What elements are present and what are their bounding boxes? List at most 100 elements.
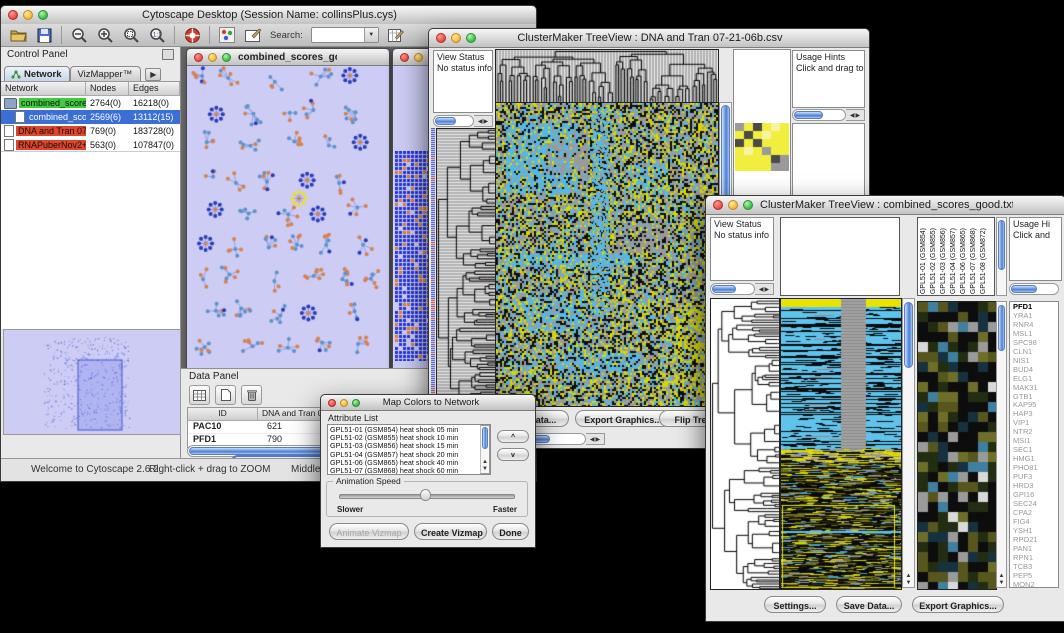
- dialog-close-button[interactable]: [328, 399, 336, 407]
- tv1-status-hscrollbar[interactable]: ◀▶: [433, 115, 493, 127]
- zoom-fit-icon[interactable]: 1:1: [148, 26, 166, 44]
- tv2-zoom-heatmap[interactable]: [917, 301, 997, 590]
- main-titlebar[interactable]: Cytoscape Desktop (Session Name: collins…: [1, 6, 536, 25]
- tv1-export-graphics-button[interactable]: Export Graphics...: [575, 410, 671, 427]
- tab-vizmapper[interactable]: VizMapper™: [70, 66, 141, 81]
- dialog-zoom-button[interactable]: [352, 399, 360, 407]
- network-table-row[interactable]: combined_scores 2764(0) 16218(0): [1, 96, 180, 110]
- help-lifering-icon[interactable]: [183, 26, 201, 44]
- tv2-save-data-button[interactable]: Save Data...: [836, 596, 902, 613]
- network-row-icon: [4, 139, 14, 151]
- tv2-minimize-button[interactable]: [728, 200, 738, 210]
- close-button[interactable]: [8, 10, 18, 20]
- frame2-minimize-button[interactable]: [414, 53, 423, 62]
- column-label[interactable]: GPL51-04 (GSM857): [949, 228, 958, 294]
- trash-icon[interactable]: [241, 385, 262, 405]
- search-dropdown-arrow[interactable]: ▼: [364, 28, 378, 42]
- zoom-selected-icon[interactable]: [122, 26, 140, 44]
- column-label[interactable]: GPL51-01 (GSM854): [919, 228, 928, 294]
- move-up-button[interactable]: ^: [497, 430, 529, 443]
- tv1-heatmap[interactable]: [495, 102, 719, 407]
- frame-close-button[interactable]: [194, 53, 203, 62]
- attribute-list-vscrollbar[interactable]: ▲▼: [480, 425, 490, 474]
- tv1-close-button[interactable]: [436, 33, 446, 43]
- control-panel-header: Control Panel: [1, 47, 180, 64]
- tv2-header-vscrollbar[interactable]: [996, 217, 1007, 296]
- tv2-heatmap[interactable]: [780, 298, 902, 590]
- treeview1-titlebar[interactable]: ClusterMaker TreeView : DNA and Tran 07-…: [429, 29, 869, 48]
- attribute-list-item[interactable]: GPL51-07 (GSM868) heat shock 60 min: [330, 467, 478, 475]
- tv1-row-dendrogram[interactable]: [436, 128, 496, 407]
- tab-overflow-arrow[interactable]: ▶: [145, 68, 161, 81]
- attribute-list-label: Attribute List: [328, 413, 378, 423]
- vizmap-nodes-icon[interactable]: [218, 26, 236, 44]
- minimize-button[interactable]: [23, 10, 33, 20]
- table-grid-icon[interactable]: [189, 385, 210, 405]
- float-panel-icon[interactable]: [162, 49, 174, 60]
- frame-zoom-button[interactable]: [222, 53, 231, 62]
- network-graph-canvas[interactable]: [187, 66, 387, 367]
- column-label[interactable]: GPL51-02 (GSM855): [929, 228, 938, 294]
- tv2-row-dendrogram[interactable]: [710, 298, 780, 590]
- tv1-similarity-matrix[interactable]: [735, 123, 789, 171]
- network-frame-titlebar[interactable]: combined_scores_good.txt--cluste...: [187, 49, 389, 66]
- new-document-icon[interactable]: [215, 385, 236, 405]
- tv1-column-labels: [735, 51, 789, 120]
- create-vizmap-button[interactable]: Create Vizmap: [414, 523, 487, 540]
- column-label[interactable]: GPL51-08 (GSM872): [979, 228, 988, 294]
- tv2-gene-list: PFD1YRA1RNR4MSL1SPC98CLN1NIS1BUD4ELG1MAK…: [1009, 301, 1059, 588]
- animation-speed-label: Animation Speed: [333, 476, 404, 486]
- treeview2-title: ClusterMaker TreeView : combined_scores_…: [760, 199, 1013, 211]
- network-overview-panel[interactable]: [3, 329, 181, 435]
- tv2-close-button[interactable]: [713, 200, 723, 210]
- network-tab-icon: [11, 70, 21, 79]
- network-table-row[interactable]: RNAPuberNov2+ 563(0) 107847(0): [1, 138, 180, 152]
- tv2-status-hscrollbar[interactable]: ◀▶: [710, 283, 774, 295]
- network-table: combined_scores 2764(0) 16218(0) combine…: [1, 96, 180, 152]
- tv2-column-labels: GPL51-01 (GSM854)GPL51-02 (GSM855)GPL51-…: [919, 219, 993, 294]
- frame-minimize-button[interactable]: [208, 53, 217, 62]
- tv2-hints-hscrollbar[interactable]: [1009, 283, 1059, 295]
- tv1-hints-hscrollbar[interactable]: ◀▶: [792, 109, 865, 121]
- dialog-titlebar[interactable]: Map Colors to Network: [321, 395, 535, 411]
- frame2-close-button[interactable]: [400, 53, 409, 62]
- zoom-in-icon[interactable]: [96, 26, 114, 44]
- network-tree-empty-area: [1, 151, 180, 329]
- tv2-view-status: View Status No status info: [710, 217, 774, 281]
- animate-vizmap-button[interactable]: Animate Vizmap: [329, 523, 409, 540]
- dialog-minimize-button[interactable]: [340, 399, 348, 407]
- save-icon[interactable]: [35, 26, 53, 44]
- dialog-title: Map Colors to Network: [367, 397, 495, 408]
- column-label[interactable]: GPL51-07 (GSM868): [969, 228, 978, 294]
- network-table-row[interactable]: combined_sco 2569(6) 13112(15): [1, 110, 180, 124]
- tv2-settings-button[interactable]: Settings...: [764, 596, 826, 613]
- tv2-export-graphics-button[interactable]: Export Graphics...: [912, 596, 1004, 613]
- tv2-zoom-button[interactable]: [743, 200, 753, 210]
- treeview2-titlebar[interactable]: ClusterMaker TreeView : combined_scores_…: [706, 196, 1064, 215]
- tv2-heatmap-vscrollbar[interactable]: ▲▼: [902, 298, 915, 588]
- tv2-usage-hints: Usage Hi Click and: [1009, 217, 1062, 281]
- annotation-icon[interactable]: [244, 26, 262, 44]
- window-title: Cytoscape Desktop (Session Name: collins…: [55, 9, 484, 21]
- column-label[interactable]: GPL51-06 (GSM865): [959, 228, 968, 294]
- network-table-row[interactable]: DNA and Tran 07 769(0) 183728(0): [1, 124, 180, 138]
- tv2-column-dendrogram-area: [780, 217, 900, 296]
- zoom-out-icon[interactable]: [70, 26, 88, 44]
- tv1-column-dendrogram[interactable]: [495, 49, 719, 104]
- tv1-zoom-button[interactable]: [466, 33, 476, 43]
- gene-item[interactable]: MON2: [1013, 581, 1058, 588]
- network-row-icon: [4, 125, 14, 137]
- column-label[interactable]: GPL51-03 (GSM856): [939, 228, 948, 294]
- done-button[interactable]: Done: [492, 523, 529, 540]
- overview-canvas[interactable]: [4, 330, 178, 432]
- zoom-button[interactable]: [38, 10, 48, 20]
- tv1-minimize-button[interactable]: [451, 33, 461, 43]
- search-input[interactable]: ▼: [311, 27, 379, 43]
- tab-network[interactable]: Network: [4, 66, 70, 81]
- speed-slider-thumb[interactable]: [420, 489, 431, 501]
- move-down-button[interactable]: v: [497, 448, 529, 461]
- desktop: Cytoscape Desktop (Session Name: collins…: [0, 0, 1064, 633]
- table-edit-icon[interactable]: [387, 26, 405, 44]
- tv2-genelist-vscrollbar[interactable]: ▲▼: [996, 301, 1007, 588]
- open-file-icon[interactable]: [9, 26, 27, 44]
